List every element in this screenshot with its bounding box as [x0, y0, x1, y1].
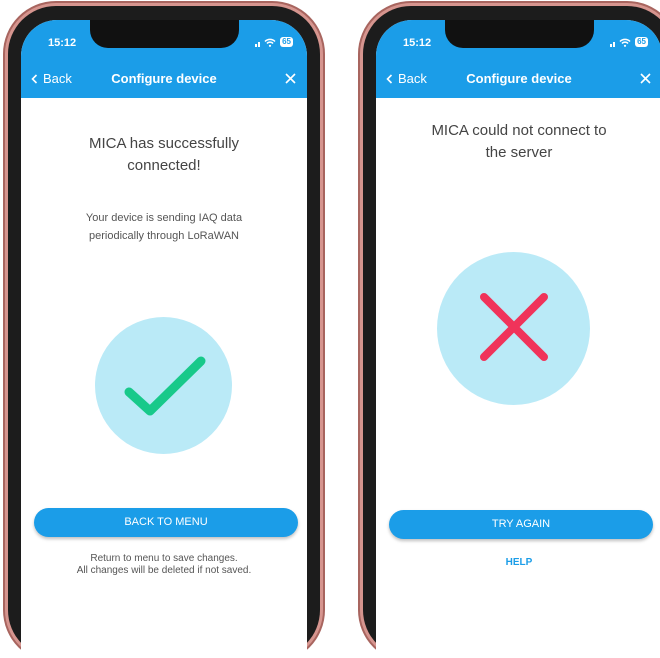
phone-success: 15:12 65 Back Configure device MICA has … — [8, 6, 320, 658]
status-icons: 65 — [255, 37, 293, 47]
wifi-icon — [264, 38, 276, 47]
phone-notch — [90, 20, 239, 48]
try-again-button[interactable]: TRY AGAIN — [389, 510, 653, 539]
checkmark-icon — [124, 356, 206, 416]
nav-title: Configure device — [466, 71, 572, 86]
back-to-menu-button[interactable]: BACK TO MENU — [34, 508, 298, 537]
phone-notch — [445, 20, 594, 48]
close-icon[interactable] — [285, 73, 296, 84]
error-heading: MICA could not connect to the server — [431, 122, 607, 161]
phone-error: 15:12 65 Back Configure device MICA coul… — [363, 6, 660, 658]
error-circle — [437, 252, 590, 405]
x-mark-icon — [480, 293, 548, 361]
success-description: Your device is sending IAQ data periodic… — [85, 212, 243, 242]
status-bar: 15:12 65 — [376, 20, 660, 60]
signal-icon — [610, 38, 616, 47]
signal-icon — [255, 38, 261, 47]
phone-screen: 15:12 65 Back Configure — [376, 20, 660, 658]
status-bar: 15:12 65 — [21, 20, 307, 60]
status-icons: 65 — [610, 37, 648, 47]
nav-bar: Back Configure device — [21, 60, 307, 98]
battery-icon: 65 — [280, 37, 293, 47]
close-icon[interactable] — [640, 73, 651, 84]
help-link[interactable]: HELP — [376, 557, 660, 568]
success-heading: MICA has successfully connected! — [88, 135, 240, 174]
save-changes-note: Return to menu to save changes. All chan… — [76, 553, 252, 576]
wifi-icon — [619, 38, 631, 47]
success-circle — [95, 317, 232, 454]
nav-title: Configure device — [111, 71, 217, 86]
nav-bar: Back Configure device — [376, 60, 660, 98]
phone-screen: 15:12 65 Back Configure — [21, 20, 307, 658]
status-time: 15:12 — [48, 37, 77, 49]
status-time: 15:12 — [403, 37, 432, 49]
battery-icon: 65 — [635, 37, 648, 47]
